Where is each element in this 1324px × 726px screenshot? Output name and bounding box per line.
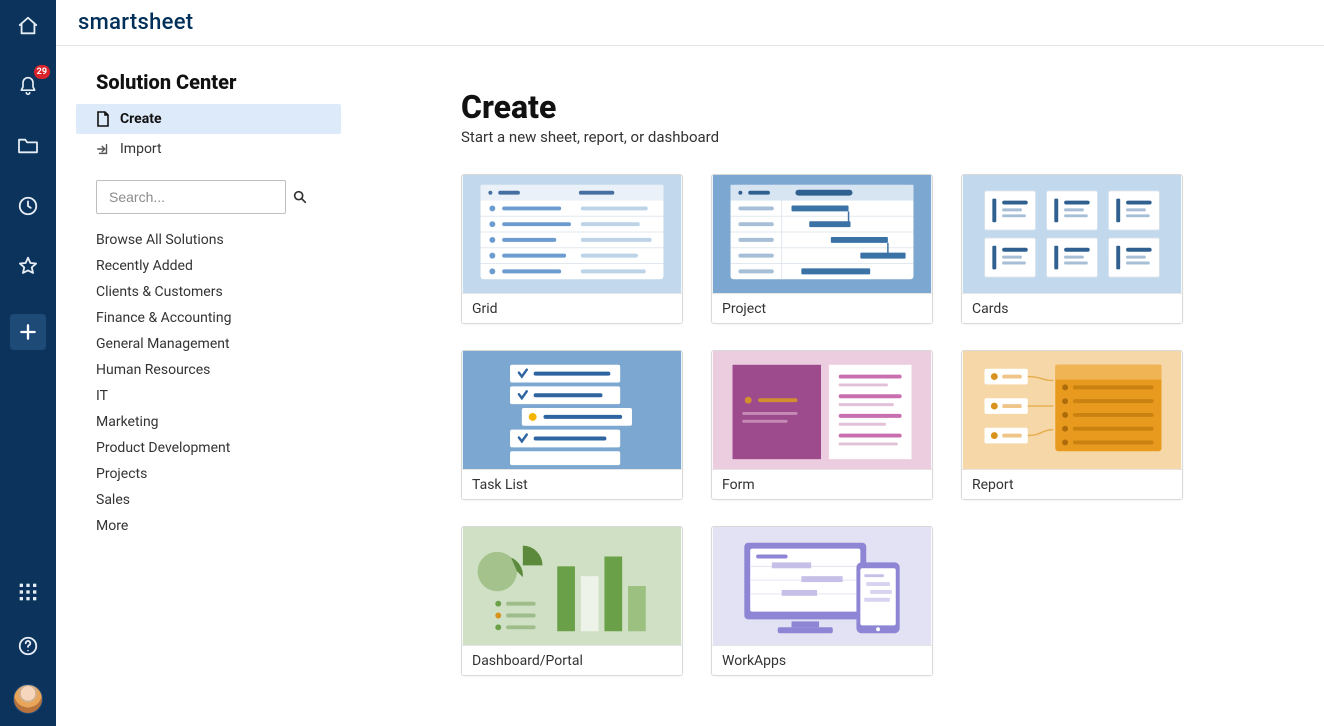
avatar[interactable] xyxy=(13,684,43,714)
card-label: Form xyxy=(712,469,932,499)
main-content: Create Start a new sheet, report, or das… xyxy=(361,46,1324,726)
sidebar-link-human-resources[interactable]: Human Resources xyxy=(96,362,341,378)
create-card-dashboard[interactable]: Dashboard/Portal xyxy=(461,526,683,676)
create-button[interactable] xyxy=(10,314,46,350)
sidebar-link-general-management[interactable]: General Management xyxy=(96,336,341,352)
card-label: WorkApps xyxy=(712,645,932,675)
favorites-icon[interactable] xyxy=(12,250,44,282)
create-options-grid: Grid xyxy=(461,174,1284,676)
page-subtitle: Start a new sheet, report, or dashboard xyxy=(461,128,1284,146)
sidebar-item-label: Import xyxy=(120,141,162,157)
card-thumb-task-list-icon xyxy=(462,351,682,469)
card-label: Cards xyxy=(962,293,1182,323)
sidebar-link-browse-all[interactable]: Browse All Solutions xyxy=(96,232,341,248)
card-label: Report xyxy=(962,469,1182,499)
create-card-form[interactable]: Form xyxy=(711,350,933,500)
create-card-cards[interactable]: Cards xyxy=(961,174,1183,324)
search-field[interactable] xyxy=(107,188,292,206)
create-card-project[interactable]: Project xyxy=(711,174,933,324)
help-icon[interactable] xyxy=(12,630,44,662)
logo: smartsheet xyxy=(78,10,193,35)
top-header: smartsheet xyxy=(56,0,1324,46)
sidebar-link-sales[interactable]: Sales xyxy=(96,492,341,508)
card-label: Project xyxy=(712,293,932,323)
sidebar-item-label: Create xyxy=(120,111,162,127)
sidebar-link-product-development[interactable]: Product Development xyxy=(96,440,341,456)
sidebar-link-recently-added[interactable]: Recently Added xyxy=(96,258,341,274)
home-icon[interactable] xyxy=(12,10,44,42)
card-thumb-dashboard-icon xyxy=(462,527,682,645)
sidebar-link-it[interactable]: IT xyxy=(96,388,341,404)
nav-rail: 29 xyxy=(0,0,56,726)
create-card-report[interactable]: Report xyxy=(961,350,1183,500)
sidebar-item-import[interactable]: Import xyxy=(76,134,341,164)
sidebar-link-clients-customers[interactable]: Clients & Customers xyxy=(96,284,341,300)
card-label: Dashboard/Portal xyxy=(462,645,682,675)
create-card-task-list[interactable]: Task List xyxy=(461,350,683,500)
card-thumb-cards-icon xyxy=(962,175,1182,293)
create-card-workapps[interactable]: WorkApps xyxy=(711,526,933,676)
sidebar-link-marketing[interactable]: Marketing xyxy=(96,414,341,430)
sidebar-title: Solution Center xyxy=(76,70,341,94)
sidebar-link-projects[interactable]: Projects xyxy=(96,466,341,482)
card-label: Task List xyxy=(462,469,682,499)
notification-badge: 29 xyxy=(34,65,50,79)
folder-icon[interactable] xyxy=(12,130,44,162)
card-thumb-workapps-icon xyxy=(712,527,932,645)
sidebar-link-finance-accounting[interactable]: Finance & Accounting xyxy=(96,310,341,326)
search-input[interactable] xyxy=(96,180,286,214)
sidebar-item-create[interactable]: Create xyxy=(76,104,341,134)
create-card-grid[interactable]: Grid xyxy=(461,174,683,324)
page-title: Create xyxy=(461,88,1284,126)
solution-center-sidebar: Solution Center Create Import xyxy=(56,46,361,726)
notifications-icon[interactable]: 29 xyxy=(12,70,44,102)
search-icon xyxy=(292,189,308,205)
card-thumb-grid-icon xyxy=(462,175,682,293)
card-thumb-report-icon xyxy=(962,351,1182,469)
sidebar-link-more[interactable]: More xyxy=(96,518,341,534)
card-label: Grid xyxy=(462,293,682,323)
app-launcher-icon[interactable] xyxy=(12,576,44,608)
card-thumb-project-icon xyxy=(712,175,932,293)
card-thumb-form-icon xyxy=(712,351,932,469)
recent-icon[interactable] xyxy=(12,190,44,222)
